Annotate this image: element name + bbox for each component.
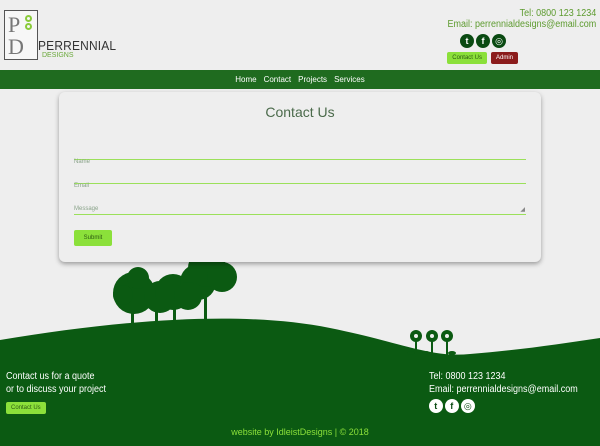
name-field[interactable]: Name (74, 150, 526, 165)
footer-scene (0, 249, 600, 446)
footer-credit: website by IdleistDesigns | © 2018 (231, 427, 369, 437)
header-contact: Tel: 0800 123 1234 Email: perrennialdesi… (431, 8, 596, 64)
instagram-icon[interactable]: ◎ (460, 399, 475, 413)
nav-home[interactable]: Home (235, 75, 256, 84)
message-field[interactable]: Message ◢ (74, 197, 526, 215)
main-nav: Home Contact Projects Services (0, 70, 600, 89)
footer-contact: Tel: 0800 123 1234 Email: perrennialdesi… (428, 370, 594, 413)
logo-name: PERRENNIAL (38, 38, 117, 53)
email-field[interactable]: Email (74, 174, 526, 189)
footer-tel: Tel: 0800 123 1234 (428, 371, 506, 382)
resize-handle-icon[interactable]: ◢ (520, 206, 525, 213)
form-title: Contact Us (265, 104, 335, 120)
flowers-illustration (407, 330, 456, 356)
header-contact-button[interactable]: Contact Us (447, 52, 487, 64)
message-label: Message (74, 206, 99, 212)
facebook-icon[interactable]: f (476, 34, 490, 48)
header-social-links: t f ◎ (431, 34, 506, 48)
footer-contact-button[interactable]: Contact Us (6, 402, 46, 414)
header-tel: Tel: 0800 123 1234 (519, 8, 596, 19)
logo-mark: P D (4, 10, 38, 60)
facebook-icon[interactable]: f (444, 399, 459, 413)
twitter-icon[interactable]: t (428, 399, 443, 413)
nav-services[interactable]: Services (334, 75, 365, 84)
logo-tagline: DESIGNS (42, 52, 74, 59)
footer-quote-line-1: Contact us for a quote (6, 371, 95, 382)
name-label: Name (74, 159, 91, 165)
logo-letter-d: D (8, 34, 24, 59)
footer-quote-line-2: or to discuss your project (6, 384, 107, 395)
footer-quote: Contact us for a quote or to discuss you… (6, 370, 117, 414)
site-logo[interactable]: P D PERRENNIAL DESIGNS (4, 10, 116, 62)
contact-form-card: Contact Us Name Email Message ◢ Submit (59, 92, 541, 262)
logo-flower-icon (25, 15, 37, 37)
site-header: P D PERRENNIAL DESIGNS Tel: 0800 123 123… (0, 0, 600, 70)
header-email: Email: perrennialdesigns@email.com (447, 19, 596, 30)
nav-contact[interactable]: Contact (264, 75, 292, 84)
email-label: Email (74, 183, 90, 189)
twitter-icon[interactable]: t (460, 34, 474, 48)
admin-button[interactable]: Admin (490, 52, 518, 64)
instagram-icon[interactable]: ◎ (492, 34, 506, 48)
footer-social-links: t f ◎ (428, 399, 594, 413)
nav-projects[interactable]: Projects (298, 75, 327, 84)
submit-button[interactable]: Submit (74, 230, 112, 246)
header-buttons: Contact Us Admin (431, 52, 518, 64)
footer-email: Email: perrennialdesigns@email.com (428, 384, 578, 395)
logo-letter-p: P (8, 12, 21, 37)
